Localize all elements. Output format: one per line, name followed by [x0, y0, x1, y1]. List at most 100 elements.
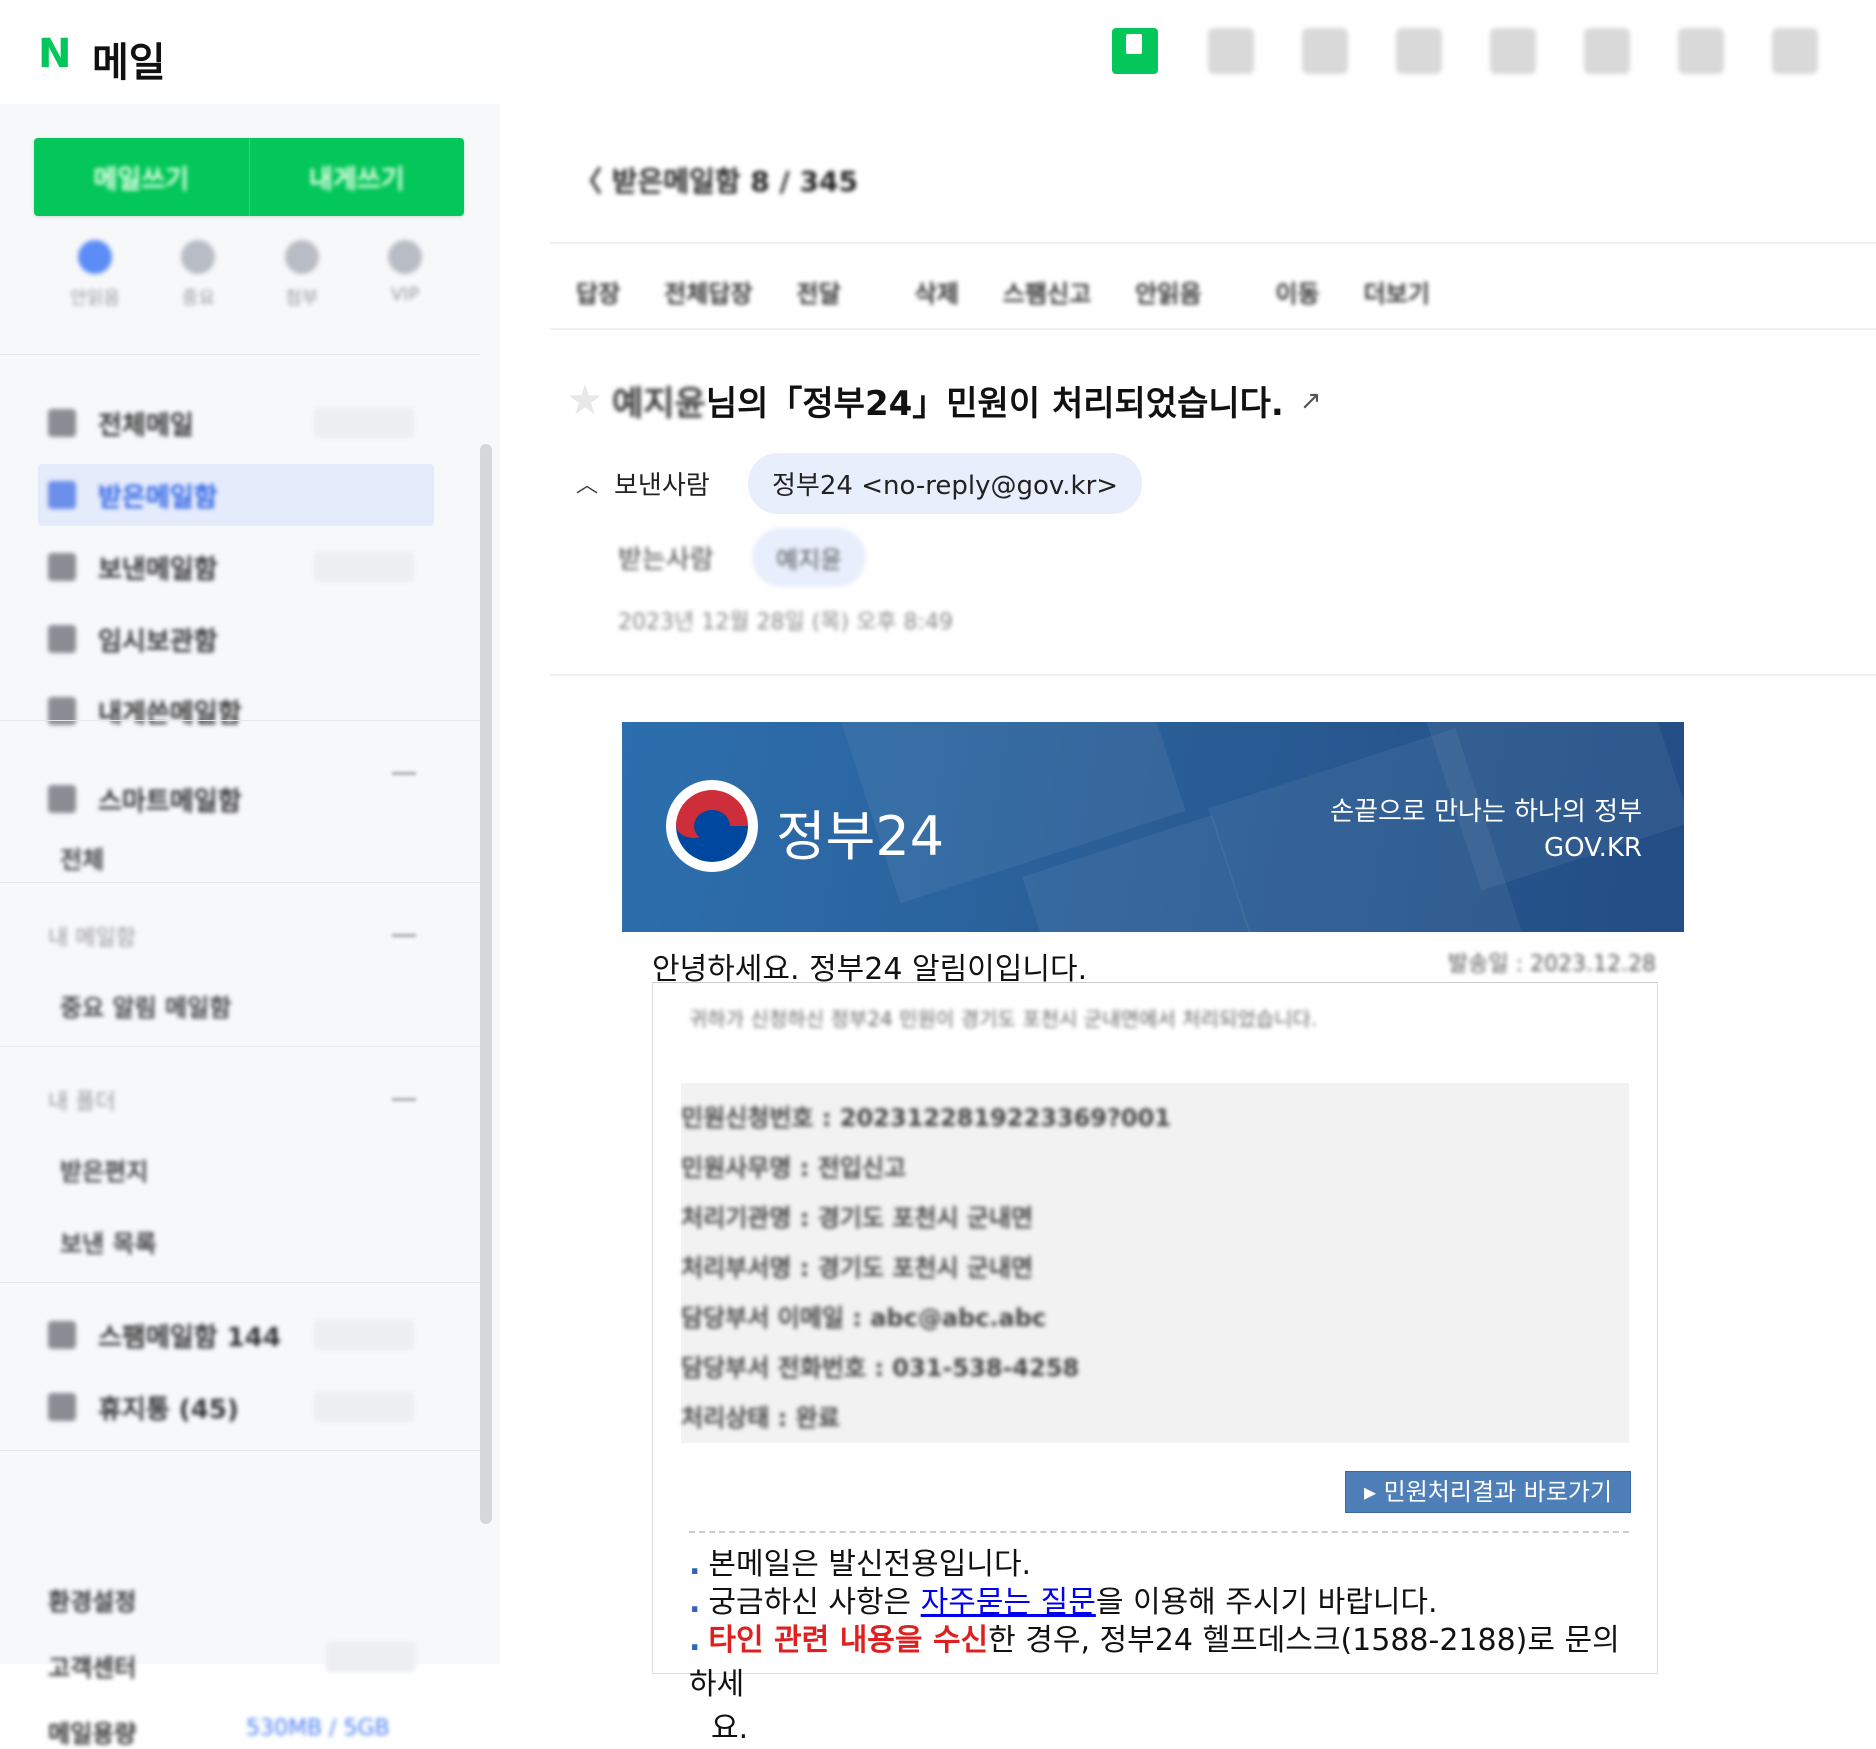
- settings-link[interactable]: 환경설정: [48, 1582, 136, 1617]
- quick-label: 안읽음: [70, 288, 120, 309]
- quick-filters: 안읽음 중요 첨부 VIP: [50, 240, 450, 330]
- delete-button[interactable]: 삭제: [915, 274, 959, 309]
- sidebar: 메일쓰기 내게쓰기 안읽음 중요 첨부 VIP 전체메일 받은메일함 보낸메일함…: [0, 104, 500, 1748]
- notice-intro: 귀하가 신청하신 정부24 민원이 경기도 포천시 군내면에서 처리되었습니다.: [689, 1007, 1318, 1031]
- empty-pill[interactable]: [314, 1392, 414, 1422]
- clip-icon: [284, 240, 319, 274]
- caret-right-icon: ▸: [1363, 1478, 1384, 1506]
- external-link-icon[interactable]: ↗: [1300, 386, 1322, 416]
- gov24-banner: 정부24 손끝으로 만나는 하나의 정부 GOV.KR: [622, 722, 1684, 932]
- sidebar-item-spam[interactable]: 스팸메일함 144: [38, 1304, 434, 1366]
- section-my-folder[interactable]: 내 폴더: [48, 1084, 116, 1116]
- unread-button[interactable]: 안읽음: [1135, 274, 1201, 309]
- notice-box: 귀하가 신청하신 정부24 민원이 경기도 포천시 군내면에서 처리되었습니다.…: [652, 982, 1658, 1746]
- sidebar-sub-alerts[interactable]: 중요 알림 메일함: [60, 988, 231, 1023]
- forward-button[interactable]: 전달: [797, 274, 841, 309]
- chevron-up-icon[interactable]: [392, 934, 416, 951]
- quick-attachment[interactable]: 첨부: [257, 240, 347, 330]
- contacts-icon[interactable]: [1302, 28, 1348, 74]
- calendar-icon[interactable]: [1208, 28, 1254, 74]
- sidebar-item-self[interactable]: 내게쓴메일함: [38, 680, 434, 742]
- divider: [550, 328, 1876, 330]
- sidebar-item-label: 임시보관함: [98, 626, 218, 657]
- subject-name: 예지윤: [612, 384, 706, 424]
- spam-button[interactable]: 스팸신고: [1003, 274, 1091, 309]
- quick-vip[interactable]: VIP: [360, 240, 450, 330]
- divider: [550, 242, 1876, 244]
- quick-important[interactable]: 중요: [153, 240, 243, 330]
- sender-chip[interactable]: 정부24 <no-reply@gov.kr>: [748, 452, 1143, 514]
- self-compose-button[interactable]: 내게쓰기: [250, 138, 465, 216]
- subject-text: 님의「정부24」민원이 처리되었습니다.: [705, 384, 1284, 424]
- sidebar-item-smart[interactable]: 스마트메일함: [38, 768, 434, 830]
- divider: [0, 354, 480, 355]
- receiver-row: 받는사람 예지윤: [618, 527, 867, 587]
- detail-row: 민원사무명 : 전입신고: [681, 1154, 907, 1182]
- sidebar-item-inbox[interactable]: 받은메일함: [38, 464, 434, 526]
- naver-logo-icon[interactable]: N: [38, 34, 78, 74]
- sidebar-item-sent[interactable]: 보낸메일함: [38, 536, 434, 598]
- bullet-icon: .: [689, 1623, 701, 1658]
- divider: [550, 674, 1876, 676]
- sidebar-item-drafts[interactable]: 임시보관함: [38, 608, 434, 670]
- profile-icon[interactable]: [1772, 28, 1818, 74]
- settings-icon[interactable]: [1490, 28, 1536, 74]
- reply-all-button[interactable]: 전체답장: [664, 274, 752, 309]
- sent-date: 발송일 : 2023.12.28: [1447, 952, 1656, 977]
- memo-icon[interactable]: [1396, 28, 1442, 74]
- sender-row: ︿ 보낸사람 정부24 <no-reply@gov.kr>: [576, 452, 1143, 514]
- tagline-site: GOV.KR: [1544, 833, 1642, 863]
- receiver-chip[interactable]: 예지윤: [752, 527, 867, 587]
- detail-row: 처리부서명 : 경기도 포천시 군내면: [681, 1254, 1034, 1282]
- sidebar-item-label: 받은메일함: [98, 482, 218, 513]
- sidebar-sub-all[interactable]: 전체: [60, 840, 104, 875]
- mail-view: 〈 받은메일함 8 / 345 답장 전체답장 전달 삭제 스팸신고 안읽음 이…: [500, 104, 1876, 1746]
- status-pill[interactable]: [314, 552, 414, 582]
- app-title[interactable]: 메일: [92, 30, 166, 88]
- help-link[interactable]: 고객센터: [48, 1648, 136, 1683]
- receiver-label: 받는사람: [618, 544, 714, 575]
- mail-date: 2023년 12월 28일 (목) 오후 8:49: [618, 610, 953, 635]
- trash-icon: [48, 1393, 76, 1421]
- more-button[interactable]: 더보기: [1364, 274, 1430, 309]
- empty-pill[interactable]: [314, 1320, 414, 1350]
- tagline-text: 손끝으로 만나는 하나의 정부: [1330, 797, 1642, 827]
- mail-subject: 예지윤 님의「정부24」민원이 처리되었습니다. ↗: [568, 376, 1322, 425]
- email-body: 정부24 손끝으로 만나는 하나의 정부 GOV.KR 안녕하세요. 정부24 …: [622, 722, 1684, 1746]
- sender-label: 보낸사람: [614, 470, 710, 501]
- star-icon: [181, 240, 216, 274]
- move-button[interactable]: 이동: [1275, 274, 1319, 309]
- note-text: 요.: [711, 1711, 749, 1746]
- chevron-up-icon[interactable]: [392, 772, 416, 789]
- star-icon[interactable]: [568, 383, 602, 415]
- reply-button[interactable]: 답장: [576, 274, 620, 309]
- detail-row: 처리기관명 : 경기도 포천시 군내면: [681, 1204, 1034, 1232]
- quick-unread[interactable]: 안읽음: [50, 240, 140, 330]
- spam-icon: [48, 1321, 76, 1349]
- sidebar-item-all[interactable]: 전체메일: [38, 392, 434, 454]
- detail-row: 담당부서 전화번호 : 031-538-4258: [681, 1354, 1080, 1382]
- apps-icon[interactable]: [1584, 28, 1630, 74]
- breadcrumb[interactable]: 〈 받은메일함 8 / 345: [574, 160, 858, 200]
- sidebar-scrollbar[interactable]: [480, 444, 492, 1524]
- sidebar-item-label: 전체메일: [98, 410, 194, 441]
- sidebar-folder-1[interactable]: 받은편지: [60, 1152, 148, 1187]
- sidebar-item-trash[interactable]: 휴지통 (45): [38, 1376, 434, 1438]
- compose-group: 메일쓰기 내게쓰기: [34, 138, 464, 216]
- unread-pill[interactable]: [314, 408, 414, 438]
- write-mail-icon[interactable]: [1112, 28, 1158, 74]
- detail-list: 민원신청번호 : 2023122819223369?001 민원사무명 : 전입…: [681, 1083, 1629, 1443]
- compose-button[interactable]: 메일쓰기: [34, 138, 249, 216]
- emblem-part: [694, 810, 730, 842]
- result-link-button[interactable]: ▸ 민원처리결과 바로가기: [1345, 1471, 1631, 1513]
- sidebar-folder-2[interactable]: 보낸 목록: [60, 1224, 157, 1259]
- notification-icon[interactable]: [1678, 28, 1724, 74]
- divider: [689, 1531, 1629, 1533]
- draft-icon: [48, 625, 76, 653]
- detail-row: 민원신청번호 : 2023122819223369?001: [681, 1104, 1171, 1132]
- section-my-mail[interactable]: 내 메일함: [48, 920, 136, 952]
- help-pill[interactable]: [326, 1642, 416, 1672]
- chevron-up-icon[interactable]: [392, 1098, 416, 1115]
- top-bar: N 메일: [0, 0, 1876, 104]
- chevron-up-icon[interactable]: ︿: [576, 467, 598, 499]
